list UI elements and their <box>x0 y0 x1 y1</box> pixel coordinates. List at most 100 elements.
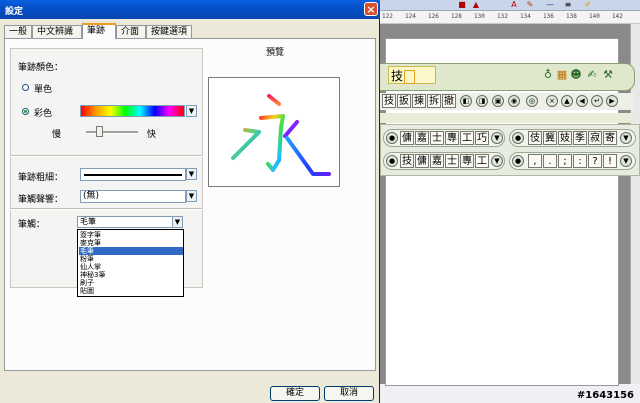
candidate-key[interactable]: 妓 <box>558 131 572 145</box>
close-button[interactable]: × <box>364 2 378 16</box>
candidate-key[interactable]: 技 <box>382 94 396 108</box>
search-icon[interactable]: ♁ <box>542 69 554 81</box>
punctuation-key[interactable]: , <box>528 154 542 168</box>
font-color-icon[interactable]: A <box>510 1 518 9</box>
brush-option[interactable]: 仙人掌 <box>79 263 183 271</box>
title-bar[interactable]: 設定 × <box>0 0 380 19</box>
candidate-key[interactable]: 士 <box>430 131 444 145</box>
enter-icon[interactable]: ↵ <box>591 95 603 107</box>
tool-button-icon[interactable]: ◨ <box>476 95 488 107</box>
keyboard-icon[interactable]: ▦ <box>556 69 568 81</box>
candidate-key[interactable]: 專 <box>460 154 474 168</box>
chevron-down-icon[interactable]: ▼ <box>186 168 197 180</box>
head-icon[interactable]: ☻ <box>570 69 582 81</box>
candidate-key[interactable]: 冀 <box>543 131 557 145</box>
mono-color-radio[interactable] <box>22 84 29 91</box>
chevron-down-icon[interactable]: ▼ <box>186 105 197 117</box>
arrow-right-icon[interactable]: ▶ <box>606 95 618 107</box>
candidate-key[interactable]: 拆 <box>427 94 441 108</box>
preview-box <box>208 77 340 187</box>
divider <box>10 155 203 157</box>
tab-general[interactable]: 一般 <box>4 25 32 38</box>
tool-button-icon[interactable]: ▣ <box>492 95 504 107</box>
color-label[interactable]: 彩色 <box>34 106 52 119</box>
globe-icon[interactable]: ● <box>512 155 524 167</box>
candidate-key[interactable]: 傭 <box>415 154 429 168</box>
preview-character-strokes <box>231 94 331 176</box>
color-radio[interactable] <box>22 108 29 115</box>
color-gradient-select[interactable] <box>80 105 185 117</box>
punctuation-key[interactable]: ? <box>588 154 602 168</box>
candidate-group: ● 伎 冀 妓 季 寂 寄 ▼ <box>509 129 636 147</box>
candidate-key[interactable]: 伎 <box>528 131 542 145</box>
candidate-key[interactable]: 技 <box>400 154 414 168</box>
candidate-key[interactable]: 工 <box>475 154 489 168</box>
ok-button[interactable]: 確定 <box>270 386 320 401</box>
candidate-key[interactable]: 季 <box>573 131 587 145</box>
tool-button-icon[interactable]: ◉ <box>508 95 520 107</box>
chevron-down-icon[interactable]: ▼ <box>620 155 632 167</box>
pen-icon[interactable]: ✍ <box>586 69 598 81</box>
brush-option[interactable]: 簽字筆 <box>79 231 183 239</box>
tool-button-icon[interactable]: ◎ <box>526 95 538 107</box>
tab-key-options[interactable]: 按鍵選項 <box>146 25 192 38</box>
speed-slider-thumb[interactable] <box>96 126 103 137</box>
align-icon[interactable]: ≡ <box>564 1 572 9</box>
candidate-key[interactable]: 巧 <box>475 131 489 145</box>
stroke-thickness-label: 筆跡粗細： <box>18 173 64 183</box>
brush-option[interactable]: 粉筆 <box>79 255 183 263</box>
ime-symbol-panel: ● 傭 嘉 士 專 工 巧 ▼ ● 伎 冀 妓 季 寂 寄 ▼ ● 技 傭 嘉 … <box>380 124 640 176</box>
punctuation-key[interactable]: . <box>543 154 557 168</box>
tools-icon[interactable]: ⚒ <box>602 69 614 81</box>
brush-option[interactable]: 貼圖 <box>79 287 183 295</box>
punctuation-key[interactable]: : <box>573 154 587 168</box>
candidate-key[interactable]: 工 <box>460 131 474 145</box>
globe-icon[interactable]: ● <box>386 132 398 144</box>
speed-slider-track[interactable] <box>86 131 138 134</box>
tab-chinese-recognition[interactable]: 中文辨識 <box>32 25 82 38</box>
candidate-key[interactable]: 傭 <box>400 131 414 145</box>
candidate-key[interactable]: 士 <box>445 154 459 168</box>
chevron-down-icon[interactable]: ▼ <box>186 190 197 202</box>
candidate-key[interactable]: 寄 <box>603 131 617 145</box>
tab-interface[interactable]: 介面 <box>116 25 146 38</box>
pen-icon[interactable]: ✎ <box>526 1 534 9</box>
brush-option[interactable]: 神秘3筆 <box>79 271 183 279</box>
candidate-key[interactable]: 揀 <box>412 94 426 108</box>
candidate-key[interactable]: 嘉 <box>415 131 429 145</box>
edit-icon[interactable]: ✐ <box>584 1 592 9</box>
arrow-left-icon[interactable]: ◀ <box>576 95 588 107</box>
candidate-key[interactable]: 寂 <box>588 131 602 145</box>
tab-stroke[interactable]: 筆跡 <box>82 23 116 39</box>
tool-icon[interactable]: ■ <box>458 1 466 9</box>
brush-select[interactable]: 毛筆 <box>77 216 173 228</box>
chevron-down-icon[interactable]: ▼ <box>491 132 503 144</box>
brush-option[interactable]: 刷子 <box>79 279 183 287</box>
brush-option[interactable]: 麥克筆 <box>79 239 183 247</box>
close-icon[interactable]: × <box>546 95 558 107</box>
mono-color-label[interactable]: 單色 <box>34 82 52 95</box>
settings-dialog: 設定 × 一般 中文辨識 筆跡 介面 按鍵選項 筆跡顏色： 單色 彩色 ▼ 慢 … <box>0 0 380 403</box>
chevron-down-icon[interactable]: ▼ <box>491 155 503 167</box>
candidate-key[interactable]: 撤 <box>442 94 456 108</box>
globe-icon[interactable]: ● <box>386 155 398 167</box>
stroke-effect-select[interactable]: (無) <box>80 190 186 203</box>
ime-composition-input[interactable]: 技 <box>388 66 436 84</box>
stroke-effect-value: (無) <box>83 191 100 201</box>
punctuation-key[interactable]: ; <box>558 154 572 168</box>
dialog-title: 設定 <box>5 7 24 17</box>
arrow-up-icon[interactable]: ▲ <box>561 95 573 107</box>
brush-option-selected[interactable]: 毛筆 <box>79 247 183 255</box>
tool-button-icon[interactable]: ◧ <box>460 95 472 107</box>
chevron-down-icon[interactable]: ▼ <box>620 132 632 144</box>
cancel-button[interactable]: 取消 <box>324 386 374 401</box>
candidate-key[interactable]: 嘉 <box>430 154 444 168</box>
candidate-key[interactable]: 專 <box>445 131 459 145</box>
globe-icon[interactable]: ● <box>512 132 524 144</box>
punctuation-key[interactable]: ! <box>603 154 617 168</box>
candidate-key[interactable]: 扳 <box>397 94 411 108</box>
ruler: 122 124 126 128 130 132 134 136 138 140 … <box>380 11 640 24</box>
chevron-down-icon[interactable]: ▼ <box>172 216 183 228</box>
tool-icon[interactable]: ▲ <box>472 1 480 9</box>
line-icon[interactable]: — <box>546 1 554 9</box>
